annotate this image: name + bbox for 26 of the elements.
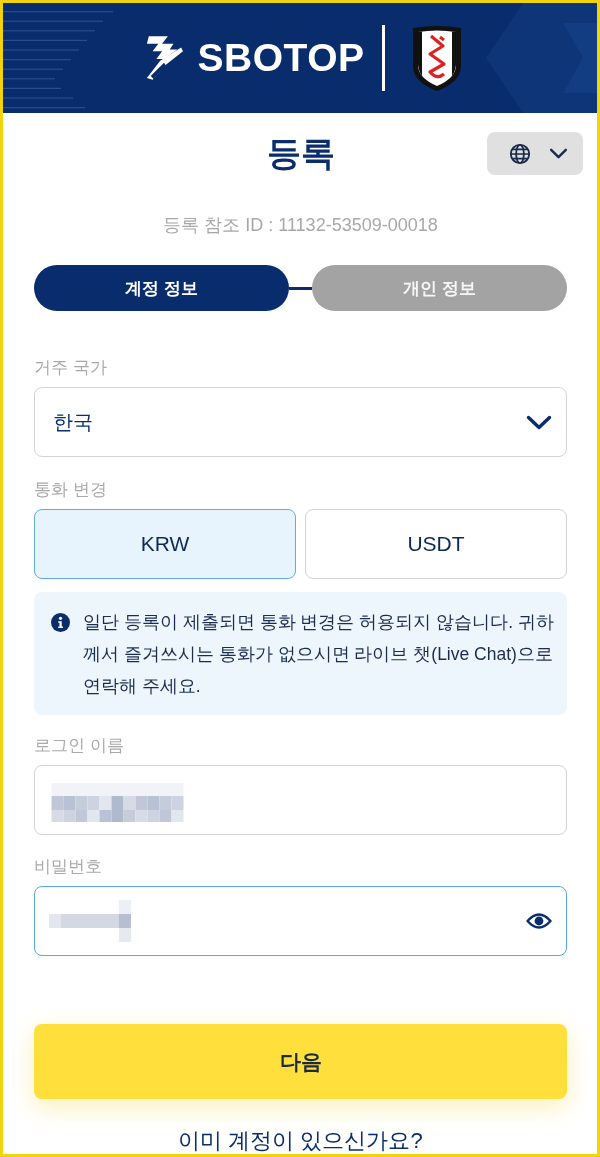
login-link[interactable]: 이미 계정이 있으신가요? xyxy=(34,1128,567,1154)
step-tab[interactable]: 계정 정보 xyxy=(34,265,289,311)
field-label: 거주 국가 xyxy=(34,357,108,379)
select-value: 한국 xyxy=(53,409,93,435)
field-label: 비밀번호 xyxy=(34,856,103,878)
notice-text: 일단 등록이 제출되면 통화 변경은 허용되지 않습니다. 귀하께서 즐겨쓰시는 통화가 없으시면 라이브 챗(Live Chat)으로 연락해 주세요. xyxy=(83,611,555,698)
next-button[interactable]: 다음 xyxy=(34,1024,567,1099)
eye-icon[interactable] xyxy=(526,912,552,930)
language-button[interactable] xyxy=(487,132,583,175)
field-label: 로그인 이름 xyxy=(34,735,125,757)
caret-icon xyxy=(549,148,568,159)
country-select[interactable]: 한국 xyxy=(34,387,567,457)
reference-id: 등록 참조 ID : 11132-53509-00018 xyxy=(162,214,439,237)
page-title: 등록 xyxy=(266,133,335,174)
password-field[interactable] xyxy=(34,886,567,956)
crest-icon xyxy=(411,24,464,92)
currency-option[interactable]: KRW xyxy=(34,509,296,579)
chevron-down-icon xyxy=(526,414,552,430)
field-label: 통화 변경 xyxy=(34,479,108,501)
currency-option[interactable]: USDT xyxy=(305,509,567,579)
info-icon xyxy=(51,613,70,632)
brand-name: SBOTOP xyxy=(197,35,365,81)
globe-icon xyxy=(509,142,531,165)
step-connector xyxy=(289,286,312,290)
text-input-field[interactable] xyxy=(34,765,567,835)
brand-logo-icon xyxy=(144,34,183,82)
